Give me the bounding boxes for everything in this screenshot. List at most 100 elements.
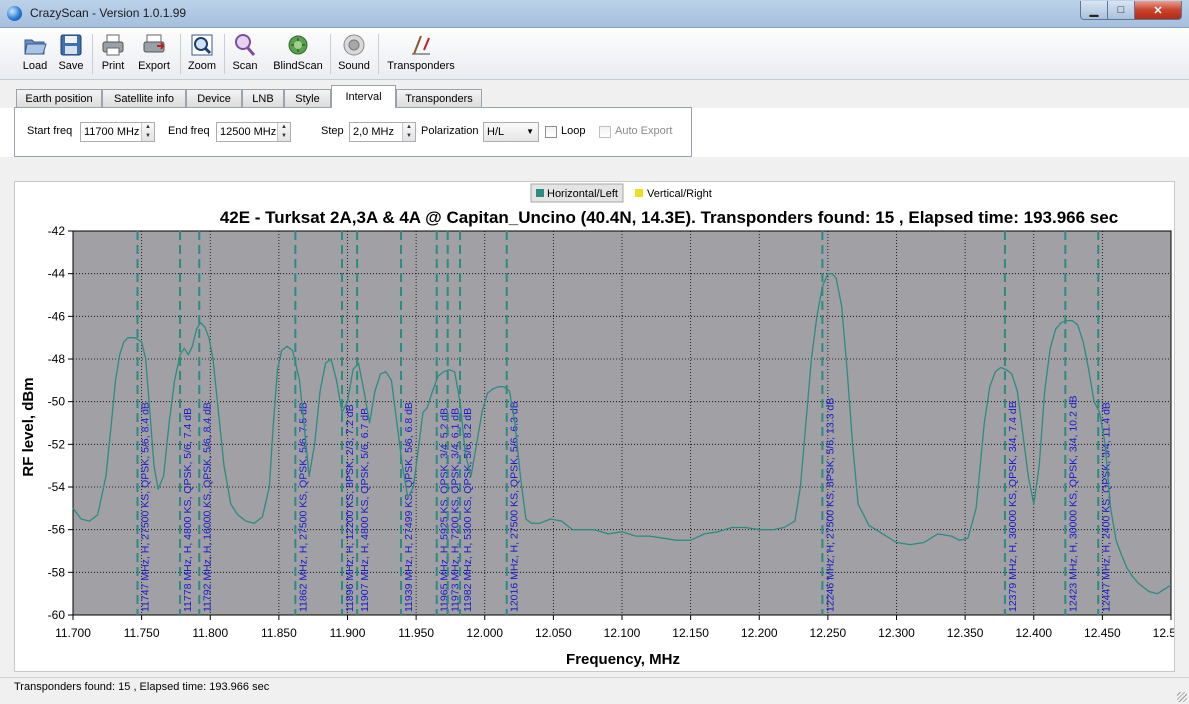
polarization-value: H/L — [487, 126, 505, 138]
auto-export-label: Auto Export — [615, 125, 673, 137]
x-tick-label: 12.050 — [535, 626, 572, 640]
blindscan-label: BlindScan — [273, 60, 323, 72]
legend-swatch-h — [536, 189, 544, 197]
auto-export-checkbox[interactable] — [599, 126, 611, 138]
tab-interval[interactable]: Interval — [331, 85, 396, 108]
legend-swatch-v — [635, 189, 643, 197]
start-freq-value: 11700 MHz — [84, 126, 140, 138]
start-freq-spinbox[interactable]: 11700 MHz ▲ ▼ — [80, 122, 155, 142]
chevron-down-icon: ▼ — [526, 127, 534, 136]
x-axis-label: Frequency, MHz — [566, 651, 680, 668]
spectrum-chart: Horizontal/Left Vertical/Right 42E - Tur… — [14, 181, 1175, 672]
step-label: Step — [321, 125, 344, 137]
transponders-button[interactable]: Transponders — [386, 32, 456, 78]
step-spinbox[interactable]: 2,0 MHz ▲ ▼ — [349, 122, 416, 142]
transponder-label: 11939 MHz, H, 27499 KS, QPSK, 5/6, 6.8 d… — [403, 402, 415, 612]
speaker-icon — [343, 34, 365, 56]
chart-legend: Horizontal/Left Vertical/Right — [530, 183, 712, 203]
toolbar-separator — [330, 34, 331, 74]
legend-label-v: Vertical/Right — [647, 188, 712, 200]
spin-arrows-icon[interactable]: ▲ ▼ — [141, 123, 154, 141]
start-freq-label: Start freq — [27, 125, 73, 137]
y-tick-label: -54 — [48, 480, 66, 494]
transponders-label: Transponders — [387, 60, 455, 72]
tab-device[interactable]: Device — [186, 89, 242, 107]
transponder-list-icon — [412, 35, 430, 55]
x-tick-label: 12.350 — [947, 626, 984, 640]
toolbar-separator — [224, 34, 225, 74]
tab-transponders[interactable]: Transponders — [396, 89, 482, 107]
x-tick-label: 12.000 — [466, 626, 503, 640]
x-tick-label: 12.450 — [1084, 626, 1121, 640]
x-tick-label: 11.900 — [330, 626, 366, 640]
transponder-label: 11747 MHz, H, 27500 KS, QPSK, 5/6, 8.4 d… — [140, 402, 152, 612]
chart-title: 42E - Turksat 2A,3A & 4A @ Capitan_Uncin… — [220, 208, 1118, 227]
tab-lnb[interactable]: LNB — [242, 89, 284, 107]
step-value: 2,0 MHz — [353, 126, 394, 138]
toolbar-separator — [378, 34, 379, 74]
spin-arrows-icon[interactable]: ▲ ▼ — [402, 123, 415, 141]
save-label: Save — [58, 60, 84, 72]
transponder-label: 11896 MHz, H, 12200 KS, 8PSK, 2/3, 7.2 d… — [344, 404, 356, 612]
legend-label-h: Horizontal/Left — [547, 188, 618, 200]
print-button[interactable]: Print — [98, 32, 128, 78]
x-tick-label: 11.950 — [398, 626, 434, 640]
minimize-button[interactable]: ▁ — [1080, 1, 1108, 20]
x-tick-label: 11.850 — [261, 626, 297, 640]
close-button[interactable]: ✕ — [1134, 1, 1182, 20]
load-label: Load — [22, 60, 48, 72]
floppy-disk-icon — [60, 34, 82, 56]
y-tick-label: -46 — [48, 309, 66, 323]
interval-panel: Start freq 11700 MHz ▲ ▼ End freq 12500 M… — [14, 107, 692, 157]
load-button[interactable]: Load — [20, 32, 50, 78]
y-tick-label: -50 — [48, 395, 66, 409]
spin-arrows-icon[interactable]: ▲ ▼ — [277, 123, 290, 141]
tab-earth-position[interactable]: Earth position — [16, 89, 102, 107]
folder-open-icon — [24, 39, 47, 55]
polarization-label: Polarization — [421, 125, 479, 137]
y-tick-label: -52 — [48, 437, 66, 451]
print-label: Print — [101, 60, 125, 72]
toolbar-separator — [92, 34, 93, 74]
x-tick-label: 12.500 — [1153, 626, 1174, 640]
zoom-label: Zoom — [187, 60, 217, 72]
end-freq-spinbox[interactable]: 12500 MHz ▲ ▼ — [216, 122, 291, 142]
zoom-button[interactable]: Zoom — [186, 32, 218, 78]
export-button[interactable]: Export — [134, 32, 174, 78]
tab-satellite-info[interactable]: Satellite info — [102, 89, 186, 107]
maximize-button[interactable]: □ — [1107, 1, 1135, 20]
scan-label: Scan — [232, 60, 258, 72]
chart-svg: Horizontal/Left Vertical/Right 42E - Tur… — [20, 183, 1174, 668]
blindscan-icon — [288, 35, 308, 55]
x-tick-label: 12.400 — [1015, 626, 1052, 640]
x-tick-label: 11.800 — [192, 626, 228, 640]
window-title: CrazyScan - Version 1.0.1.99 — [30, 6, 187, 20]
export-label: Export — [138, 60, 170, 72]
x-tick-label: 11.700 — [55, 626, 91, 640]
tab-style[interactable]: Style — [284, 89, 331, 107]
transponder-label: 11907 MHz, H, 4800 KS, QPSK, 5/6, 6.7 dB — [359, 408, 371, 612]
title-bar: CrazyScan - Version 1.0.1.99 ▁ □ ✕ — [0, 0, 1189, 28]
sound-button[interactable]: Sound — [336, 32, 372, 78]
scan-button[interactable]: Scan — [230, 32, 260, 78]
x-tick-label: 12.150 — [672, 626, 709, 640]
transponder-label: 11862 MHz, H, 27500 KS, QPSK, 5/6, 7.5 d… — [297, 402, 309, 612]
y-tick-label: -58 — [48, 565, 66, 579]
blindscan-button[interactable]: BlindScan — [272, 32, 324, 78]
x-tick-label: 12.200 — [741, 626, 778, 640]
y-tick-label: -44 — [48, 267, 66, 281]
transponder-label: 12423 MHz, H, 30000 KS, QPSK, 3/4, 10.2 … — [1067, 395, 1079, 612]
sound-label: Sound — [338, 60, 370, 72]
x-tick-label: 12.100 — [604, 626, 641, 640]
polarization-select[interactable]: H/L ▼ — [483, 122, 539, 142]
transponder-label: 11792 MHz, H, 16000 KS, QPSK, 5/6, 8.4 d… — [201, 402, 213, 612]
loop-checkbox[interactable] — [545, 126, 557, 138]
magnifier-icon — [235, 34, 256, 56]
zoom-icon — [191, 34, 213, 56]
save-button[interactable]: Save — [56, 32, 86, 78]
transponder-label: 12016 MHz, H, 27500 KS, QPSK, 5/6, 6.3 d… — [509, 401, 521, 612]
y-tick-label: -48 — [48, 352, 66, 366]
tab-bar: Earth position Satellite info Device LNB… — [0, 80, 1189, 108]
app-globe-icon — [7, 6, 22, 21]
resize-grip-icon[interactable] — [1177, 692, 1187, 702]
